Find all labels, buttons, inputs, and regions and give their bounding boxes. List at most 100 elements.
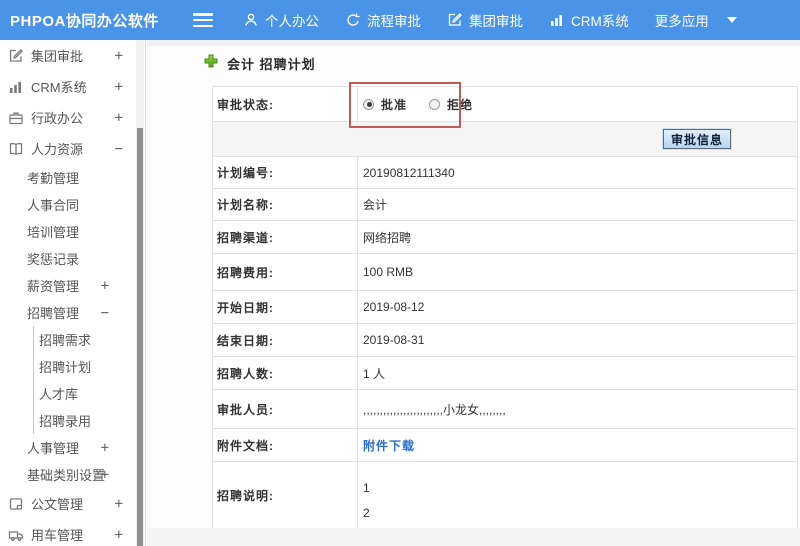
expand-plus-icon[interactable]: +: [101, 440, 109, 456]
book-icon: [8, 141, 24, 157]
expand-plus-icon[interactable]: +: [115, 527, 123, 543]
sidebar-scrollbar[interactable]: [136, 40, 144, 546]
field-label: 附件文档:: [213, 429, 358, 461]
collapse-minus-icon[interactable]: −: [115, 141, 123, 157]
attachment-download-link[interactable]: 附件下载: [363, 437, 415, 454]
multiline-value: 12: [363, 481, 370, 520]
expand-plus-icon[interactable]: +: [115, 79, 123, 95]
radio-approve-label[interactable]: 批准: [381, 96, 407, 113]
expand-plus-icon[interactable]: +: [115, 48, 123, 64]
nav-item-0[interactable]: 个人办公: [243, 10, 319, 30]
sidebar-item-招聘计划[interactable]: 招聘计划: [33, 353, 137, 380]
expand-plus-icon[interactable]: +: [115, 110, 123, 126]
truck-icon: [8, 527, 24, 543]
sidebar: 集团审批 + CRM系统 + 行政办公 + 人力资源 − 考勤管理 人事合同 培训管理 奖惩记录 薪资管…: [0, 40, 146, 546]
approval-status-value: 批准 拒绝: [358, 96, 797, 113]
detail-table: 审批状态: 批准 拒绝 审批信息 计划编号: 20190812111340 计划名称…: [212, 86, 798, 529]
sidebar-item-招聘录用[interactable]: 招聘录用: [33, 407, 137, 434]
expand-plus-icon[interactable]: +: [115, 496, 123, 512]
field-value: 附件下载: [358, 437, 797, 454]
table-row-approval-status: 审批状态: 批准 拒绝: [213, 87, 797, 122]
nav-item-3[interactable]: CRM系统: [549, 10, 629, 30]
app-window: PHPOA协同办公软件 个人办公 流程审批 集团审批 CRM系统 更多应用 集团审批 + C…: [0, 0, 800, 546]
field-value: 100 RMB: [363, 265, 414, 279]
radio-reject[interactable]: [429, 98, 441, 110]
sidebar-item-label: 培训管理: [27, 225, 80, 240]
nav-item-4[interactable]: 更多应用: [655, 10, 737, 30]
nav-item-label: 更多应用: [654, 14, 709, 29]
radio-approve[interactable]: [363, 98, 374, 110]
sidebar-item-label: 人力资源: [31, 142, 84, 157]
table-row-1: 计划名称: 会计: [213, 189, 797, 221]
sidebar-item-label: 人才库: [39, 387, 79, 402]
field-label: 招聘渠道:: [213, 221, 358, 253]
nav-item-label: CRM系统: [571, 14, 629, 29]
sidebar-item-label: 招聘录用: [39, 414, 92, 429]
sidebar-item-label: 基础类别设置: [27, 468, 106, 483]
sidebar-item-人事合同[interactable]: 人事合同: [0, 191, 137, 218]
sidebar-item-公文管理[interactable]: 公文管理 +: [0, 488, 137, 519]
caret-down-icon: [726, 17, 737, 23]
field-label: 审批状态:: [213, 87, 358, 121]
nav-item-label: 个人办公: [265, 14, 319, 29]
navbar-menu: 个人办公 流程审批 集团审批 CRM系统 更多应用: [243, 10, 737, 30]
bar-chart-icon: [549, 12, 565, 28]
sidebar-item-label: 用车管理: [31, 528, 84, 543]
sidebar-item-label: 公文管理: [31, 497, 84, 512]
nav-item-1[interactable]: 流程审批: [345, 10, 421, 30]
expand-plus-icon[interactable]: +: [101, 467, 109, 483]
sidebar-item-label: 招聘计划: [39, 360, 92, 375]
sidebar-item-薪资管理[interactable]: 薪资管理 +: [0, 272, 137, 299]
page-title: 会计 招聘计划: [227, 57, 316, 72]
field-label: 招聘人数:: [213, 357, 358, 389]
field-label: 结束日期:: [213, 324, 358, 356]
table-row-2: 招聘渠道: 网络招聘: [213, 221, 797, 254]
bar-chart-icon: [8, 79, 24, 95]
table-row-4: 开始日期: 2019-08-12: [213, 291, 797, 324]
sidebar-item-人事管理[interactable]: 人事管理 +: [0, 434, 137, 461]
hamburger-menu-icon[interactable]: [193, 13, 213, 27]
briefcase-icon: [8, 110, 24, 126]
sidebar-item-奖惩记录[interactable]: 奖惩记录: [0, 245, 137, 272]
sidebar-item-人才库[interactable]: 人才库: [33, 380, 137, 407]
field-label: 审批人员:: [213, 390, 358, 428]
collapse-minus-icon[interactable]: −: [101, 305, 109, 321]
table-row-0: 计划编号: 20190812111340: [213, 157, 797, 189]
field-value: 2019-08-31: [363, 333, 425, 347]
sidebar-item-行政办公[interactable]: 行政办公 +: [0, 102, 137, 133]
table-row-8: 附件文档: 附件下载: [213, 429, 797, 462]
field-label: 招聘费用:: [213, 254, 358, 290]
sidebar-item-label: CRM系统: [31, 80, 87, 95]
radio-reject-label[interactable]: 拒绝: [447, 96, 473, 113]
sidebar-item-label: 人事管理: [27, 441, 80, 456]
sidebar-item-label: 人事合同: [27, 198, 80, 213]
sidebar-item-考勤管理[interactable]: 考勤管理: [0, 164, 137, 191]
approval-info-button[interactable]: 审批信息: [662, 129, 731, 149]
sidebar-item-集团审批[interactable]: 集团审批 +: [0, 40, 137, 71]
nav-item-2[interactable]: 集团审批: [447, 10, 523, 30]
field-rows: 计划编号: 20190812111340 计划名称: 会计 招聘渠道: 网络招聘 招聘费用:…: [213, 157, 797, 529]
sidebar-scrollbar-thumb[interactable]: [137, 128, 143, 546]
field-label: 开始日期:: [213, 291, 358, 323]
edit-square-icon: [447, 12, 463, 28]
edit-square-icon: [8, 48, 24, 64]
navbar-shadow-strip: [147, 40, 800, 46]
nav-item-label: 流程审批: [367, 14, 421, 29]
sidebar-item-招聘管理[interactable]: 招聘管理 −: [0, 299, 137, 326]
sidebar-item-招聘需求[interactable]: 招聘需求: [33, 326, 137, 353]
sidebar-item-CRM系统[interactable]: CRM系统 +: [0, 71, 137, 102]
sidebar-item-用车管理[interactable]: 用车管理 +: [0, 519, 137, 546]
sidebar-item-人力资源[interactable]: 人力资源 −: [0, 133, 137, 164]
expand-plus-icon[interactable]: +: [101, 278, 109, 294]
sidebar-item-基础类别设置[interactable]: 基础类别设置 +: [0, 461, 137, 488]
top-navbar: PHPOA协同办公软件 个人办公 流程审批 集团审批 CRM系统 更多应用: [0, 0, 800, 40]
sidebar-item-label: 招聘管理: [27, 306, 80, 321]
table-row-6: 招聘人数: 1 人: [213, 357, 797, 390]
document-icon: [8, 496, 24, 512]
page-header: 会计 招聘计划: [204, 54, 316, 73]
field-value: ,,,,,,,,,,,,,,,,,,,,,,,,小龙女,,,,,,,,: [363, 402, 506, 417]
field-value: 会计: [363, 198, 388, 212]
sidebar-item-培训管理[interactable]: 培训管理: [0, 218, 137, 245]
main-content: 会计 招聘计划 审批状态: 批准 拒绝 审批信息 计划编号: 2019081211…: [147, 40, 800, 546]
sidebar-menu: 集团审批 + CRM系统 + 行政办公 + 人力资源 − 考勤管理 人事合同 培训管理 奖惩记录 薪资管…: [0, 40, 137, 546]
